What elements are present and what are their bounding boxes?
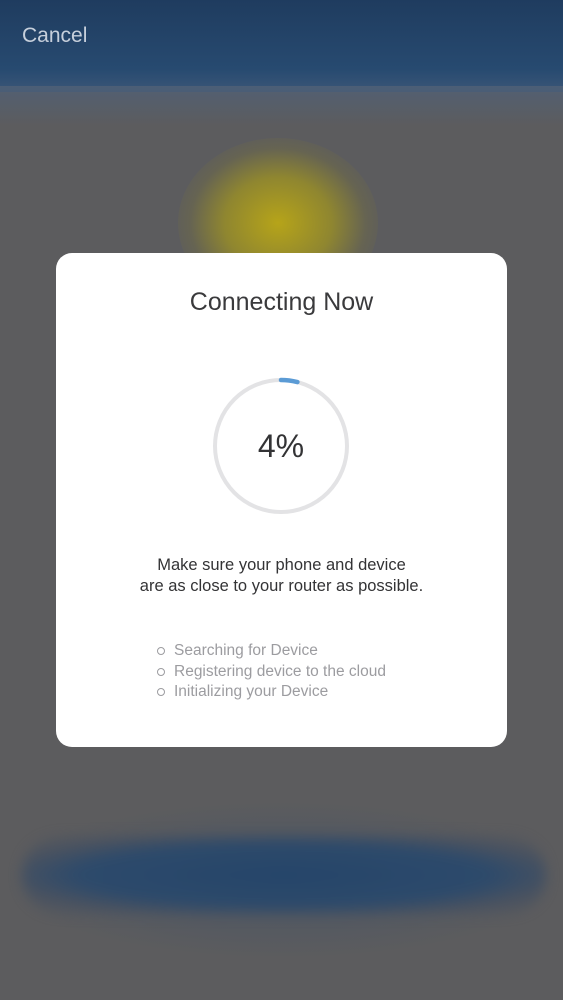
background-action-button (22, 836, 546, 914)
progress-ring: 4% (212, 377, 350, 515)
step-item: Initializing your Device (157, 682, 386, 703)
pending-circle-icon (157, 667, 165, 676)
connection-steps: Searching for Device Registering device … (157, 641, 386, 703)
step-label: Registering device to the cloud (174, 662, 386, 680)
dialog-title: Connecting Now (189, 288, 374, 316)
step-label: Initializing your Device (174, 683, 329, 701)
step-item: Searching for Device (157, 641, 386, 662)
progress-percent: 4% (257, 428, 305, 464)
pending-circle-icon (157, 647, 165, 656)
proximity-hint: Make sure your phone and device are as c… (0, 555, 563, 597)
step-label: Searching for Device (174, 642, 318, 660)
step-item: Registering device to the cloud (157, 662, 386, 683)
pending-circle-icon (157, 688, 165, 697)
cancel-button[interactable]: Cancel (22, 24, 87, 48)
hint-line: Make sure your phone and device (157, 556, 406, 574)
hint-line: are as close to your router as possible. (139, 577, 424, 595)
connecting-screen: Cancel Connecting Now 4% Make sure your … (0, 0, 563, 1000)
background-header-fade (0, 86, 563, 126)
